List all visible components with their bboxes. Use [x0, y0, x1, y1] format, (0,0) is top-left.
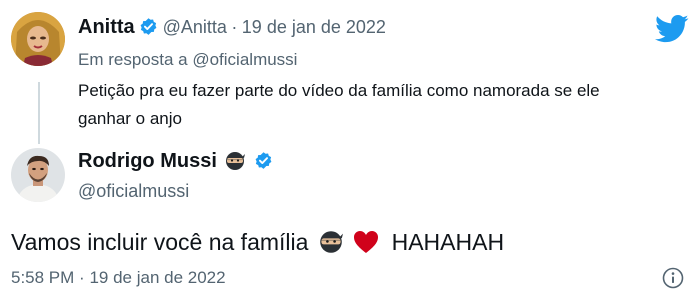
main-text-suffix: HAHAHAH [391, 229, 505, 255]
verified-badge-icon [139, 17, 158, 36]
red-heart-emoji-icon [353, 230, 379, 260]
ninja-emoji-icon [319, 230, 343, 260]
main-handle[interactable]: @oficialmussi [78, 181, 189, 202]
main-date: 19 de jan de 2022 [89, 268, 226, 287]
reply-to-handle[interactable]: @oficialmussi [192, 50, 297, 69]
main-avatar[interactable] [11, 148, 65, 202]
reply-to-prefix: Em resposta a [78, 50, 188, 69]
main-text-body: Vamos incluir você na família [11, 229, 309, 255]
main-author-name[interactable]: Rodrigo Mussi [78, 150, 217, 172]
quoted-text-line1: Petição pra eu fazer parte do vídeo da f… [78, 81, 600, 100]
quoted-separator: · [231, 17, 238, 37]
main-author: Rodrigo Mussi [78, 150, 273, 176]
quoted-header: Anitta @Anitta · 19 de jan de 2022 [78, 16, 386, 40]
quoted-author-name[interactable]: Anitta [78, 16, 135, 38]
main-time: 5:58 PM [11, 268, 75, 287]
thread-connector [38, 82, 40, 144]
main-separator: · [79, 268, 85, 287]
quoted-text-line2: ganhar o anjo [78, 109, 182, 128]
twitter-bird-icon[interactable] [655, 14, 689, 44]
main-tweet-text: Vamos incluir você na família HAHAHAH [11, 229, 504, 260]
ninja-emoji-icon [225, 151, 246, 176]
info-icon[interactable] [662, 267, 684, 289]
verified-badge-icon [254, 151, 273, 170]
quoted-handle[interactable]: @Anitta [163, 17, 227, 37]
quoted-text: Petição pra eu fazer parte do vídeo da f… [78, 77, 690, 133]
main-timestamp[interactable]: 5:58 PM · 19 de jan de 2022 [11, 268, 226, 288]
quoted-avatar[interactable] [11, 12, 65, 66]
quoted-date[interactable]: 19 de jan de 2022 [242, 17, 386, 37]
reply-to-line: Em resposta a @oficialmussi [78, 50, 297, 70]
